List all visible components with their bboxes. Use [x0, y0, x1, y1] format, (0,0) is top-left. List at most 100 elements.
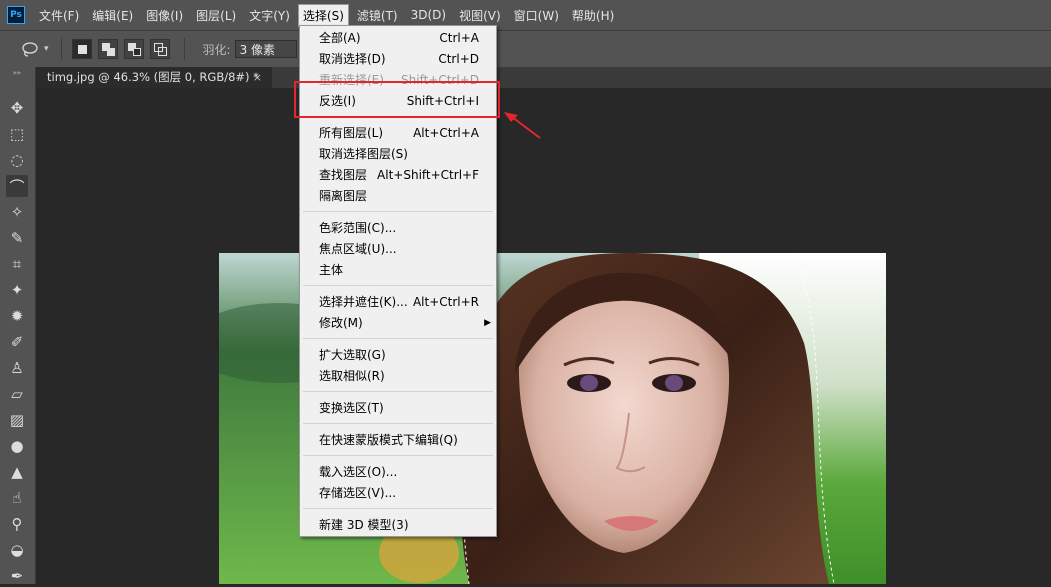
annotation-arrow-icon: [504, 112, 541, 139]
menu-item[interactable]: 编辑(E): [88, 5, 137, 26]
select-menu-item[interactable]: 隔离图层: [300, 186, 496, 207]
menu-item-shortcut: Ctrl+D: [438, 52, 479, 66]
select-menu-item[interactable]: 选择并遮住(K)... Alt+Ctrl+R: [300, 292, 496, 313]
menu-separator: [303, 338, 493, 339]
sharpen-icon[interactable]: ▲: [6, 461, 28, 483]
menu-separator: [303, 423, 493, 424]
crop-icon[interactable]: ⌗: [6, 253, 28, 275]
menu-item[interactable]: 文件(F): [35, 5, 83, 26]
menu-item-label: 载入选区(O)...: [319, 465, 398, 479]
menu-item-label: 变换选区(T): [319, 401, 384, 415]
menu-item-label: 修改(M): [319, 316, 363, 330]
select-menu-item[interactable]: 取消选择(D) Ctrl+D: [300, 49, 496, 70]
submenu-arrow-icon: ▶: [484, 318, 491, 328]
menu-item[interactable]: 图层(L): [192, 5, 240, 26]
gradient-icon[interactable]: ▨: [6, 409, 28, 431]
select-menu-item[interactable]: 存储选区(V)...: [300, 483, 496, 504]
select-menu-item[interactable]: 色彩范围(C)...: [300, 218, 496, 239]
divider: [183, 38, 185, 60]
annotation-highlight-box: [294, 81, 500, 118]
select-menu-item[interactable]: 焦点区域(U)...: [300, 239, 496, 260]
menu-item[interactable]: 帮助(H): [568, 5, 618, 26]
options-bar: ▾ 羽化: 3 像素: [0, 30, 1051, 67]
menu-item[interactable]: 视图(V): [455, 5, 505, 26]
brush-icon[interactable]: ✐: [6, 331, 28, 353]
menu-bar: Ps 文件(F) 编辑(E) 图像(I) 图层(L) 文字(Y) 选择(S) 滤镜(T) 3D…: [0, 0, 1051, 30]
menu-item-label: 在快速蒙版模式下编辑(Q): [319, 433, 458, 447]
menu-separator: [303, 508, 493, 509]
lasso-icon[interactable]: [20, 41, 40, 57]
add-to-selection-button[interactable]: [97, 39, 118, 59]
select-menu-item[interactable]: 扩大选取(G): [300, 345, 496, 366]
select-menu-item[interactable]: 新建 3D 模型(3): [300, 515, 496, 536]
menu-separator: [303, 211, 493, 212]
menu-item-label: 取消选择图层(S): [319, 147, 408, 161]
select-menu-item[interactable]: 全部(A) Ctrl+A: [300, 28, 496, 49]
menu-item-shortcut: Alt+Ctrl+A: [413, 126, 479, 140]
select-menu-item[interactable]: 选取相似(R): [300, 366, 496, 387]
magic-wand-icon[interactable]: ✧: [6, 201, 28, 223]
menu-item-label: 新建 3D 模型(3): [319, 518, 409, 532]
chevron-down-icon[interactable]: ▾: [44, 44, 49, 54]
select-menu-item[interactable]: 查找图层 Alt+Shift+Ctrl+F: [300, 165, 496, 186]
select-menu-item[interactable]: 主体: [300, 260, 496, 281]
menu-item-label: 隔离图层: [319, 189, 368, 203]
menu-item[interactable]: 文字(Y): [245, 5, 294, 26]
document-tab-bar: timg.jpg @ 46.3% (图层 0, RGB/8#) * ×: [37, 67, 1051, 88]
ellipse-marquee-icon[interactable]: ◌: [6, 149, 28, 171]
menu-item[interactable]: 图像(I): [142, 5, 187, 26]
lasso-icon[interactable]: ⌒: [6, 175, 28, 197]
menu-item-label: 全部(A): [319, 31, 361, 45]
photoshop-logo-icon: Ps: [7, 6, 25, 24]
select-menu-item[interactable]: 变换选区(T): [300, 398, 496, 419]
smudge-icon[interactable]: ☝: [6, 487, 28, 509]
menu-separator: [303, 391, 493, 392]
divider: [60, 38, 62, 60]
menu-separator: [303, 455, 493, 456]
document-tab-title: timg.jpg @ 46.3% (图层 0, RGB/8#) *: [47, 70, 259, 84]
menu-item-label: 选择并遮住(K)...: [319, 295, 408, 309]
menu-item-label: 色彩范围(C)...: [319, 221, 397, 235]
feather-label: 羽化:: [202, 42, 231, 57]
menu-item[interactable]: 选择(S): [297, 3, 349, 27]
dodge-icon[interactable]: ⚲: [6, 513, 28, 535]
menu-item[interactable]: 滤镜(T): [353, 5, 402, 26]
select-menu-item[interactable]: 所有图层(L) Alt+Ctrl+A: [300, 123, 496, 144]
eraser-icon[interactable]: ▱: [6, 383, 28, 405]
close-icon[interactable]: ×: [253, 67, 262, 88]
intersect-selection-button[interactable]: [149, 39, 170, 59]
menu-item-label: 焦点区域(U)...: [319, 242, 397, 256]
menu-item-label: 扩大选取(G): [319, 348, 386, 362]
menu-item[interactable]: 3D(D): [407, 6, 450, 24]
menu-item-label: 选取相似(R): [319, 369, 385, 383]
feather-input[interactable]: 3 像素: [234, 40, 297, 58]
menu-item-label: 所有图层(L): [319, 126, 384, 140]
tools-panel: ▸▸ ✥ ⬚ ◌ ⌒ ✧ ✎ ⌗ ✦ ✹ ✐ ♙ ▱ ▨ ● ▲ ☝ ⚲ ◒ ✒: [0, 67, 36, 585]
menu-item-shortcut: Alt+Shift+Ctrl+F: [377, 168, 479, 182]
panel-grip-icon[interactable]: ▸▸: [0, 67, 35, 79]
patch-icon[interactable]: ✹: [6, 305, 28, 327]
clone-stamp-icon[interactable]: ♙: [6, 357, 28, 379]
menu-item-label: 查找图层: [319, 168, 368, 182]
new-selection-button[interactable]: [71, 39, 92, 59]
blur-icon[interactable]: ●: [6, 435, 28, 457]
menu-separator: [303, 285, 493, 286]
menu-items: 文件(F) 编辑(E) 图像(I) 图层(L) 文字(Y) 选择(S) 滤镜(T) 3D(D)…: [35, 3, 623, 27]
document-tab[interactable]: timg.jpg @ 46.3% (图层 0, RGB/8#) * ×: [37, 67, 272, 88]
rect-marquee-icon[interactable]: ⬚: [6, 123, 28, 145]
subtract-from-selection-button[interactable]: [123, 39, 144, 59]
healing-brush-icon[interactable]: ✦: [6, 279, 28, 301]
select-menu-item[interactable]: 修改(M) ▶: [300, 313, 496, 334]
menu-item-label: 主体: [319, 263, 344, 277]
sponge-icon[interactable]: ◒: [6, 539, 28, 561]
select-menu-item[interactable]: 在快速蒙版模式下编辑(Q): [300, 430, 496, 451]
select-menu-item[interactable]: 取消选择图层(S): [300, 144, 496, 165]
menu-item-shortcut: Alt+Ctrl+R: [412, 295, 479, 309]
select-menu-item[interactable]: 载入选区(O)...: [300, 462, 496, 483]
menu-item-label: 取消选择(D): [319, 52, 386, 66]
menu-item-shortcut: Ctrl+A: [439, 31, 479, 45]
menu-item[interactable]: 窗口(W): [510, 5, 563, 26]
quick-selection-icon[interactable]: ✎: [6, 227, 28, 249]
menu-item-label: 存储选区(V)...: [319, 486, 397, 500]
move-icon[interactable]: ✥: [6, 97, 28, 119]
